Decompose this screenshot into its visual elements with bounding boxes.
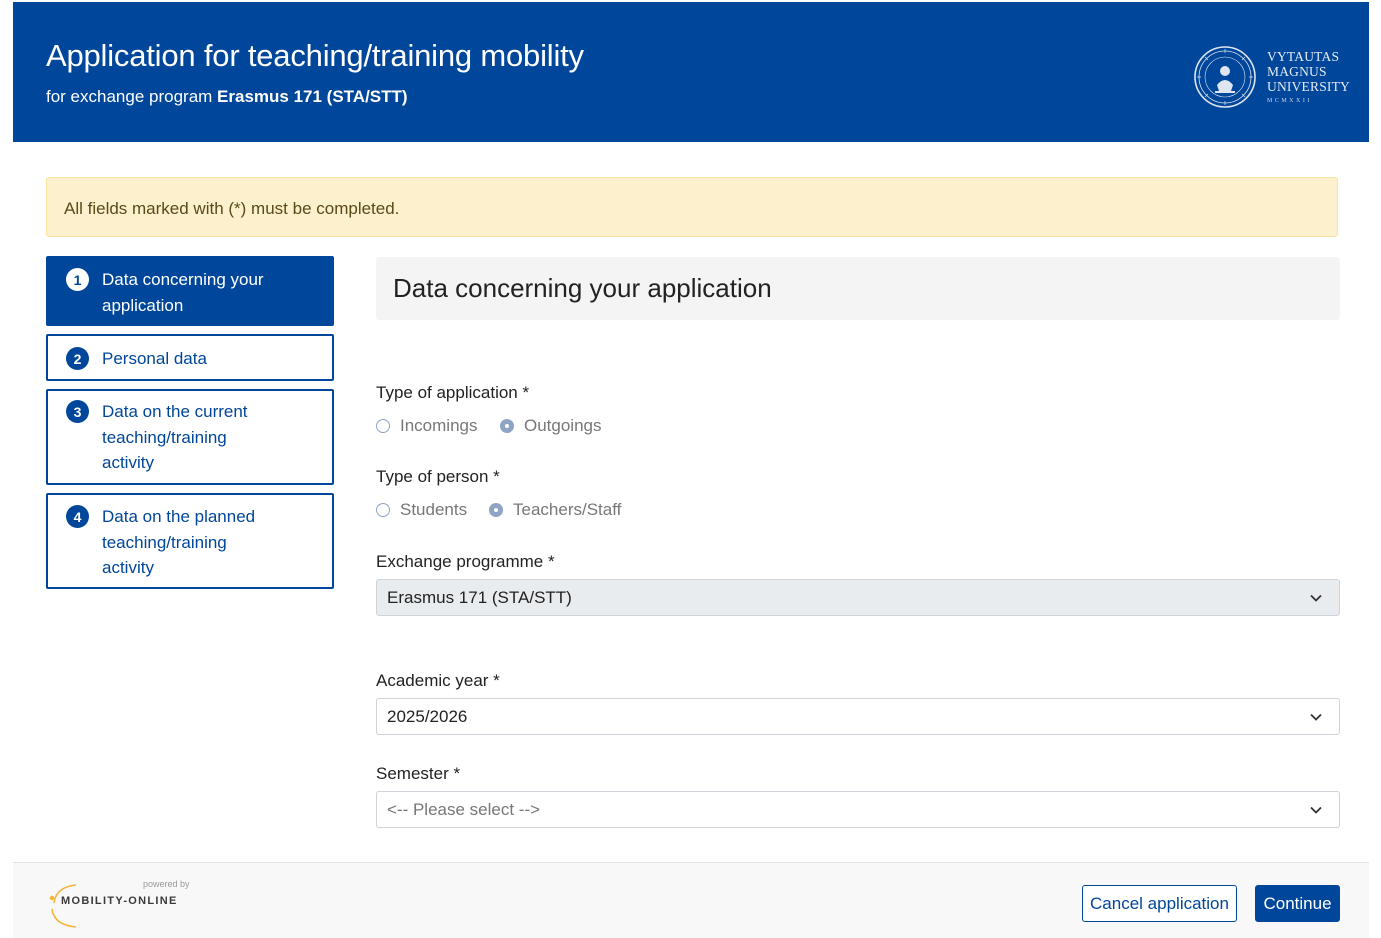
step-label-line: Data concerning your bbox=[102, 270, 264, 289]
brand-name: MOBILITY-ONLINE bbox=[61, 895, 178, 907]
page-header: Application for teaching/training mobili… bbox=[13, 2, 1369, 142]
mobility-online-logo: powered by MOBILITY-ONLINE bbox=[44, 879, 204, 929]
step-label-line: Data on the planned bbox=[102, 507, 256, 526]
radio-students[interactable]: Students bbox=[376, 500, 467, 520]
chevron-down-icon bbox=[1310, 713, 1322, 721]
powered-by-text: powered by bbox=[143, 879, 190, 889]
university-logo: VYTAUTAS MAGNUS UNIVERSITY MCMXXII bbox=[1193, 42, 1353, 112]
radio-circle-icon bbox=[376, 503, 390, 517]
step-current-activity[interactable]: 3 Data on the current teaching/training … bbox=[46, 389, 334, 485]
section-heading: Data concerning your application bbox=[376, 257, 1340, 320]
radio-label: Outgoings bbox=[524, 416, 602, 435]
step-planned-activity[interactable]: 4 Data on the planned teaching/training … bbox=[46, 493, 334, 589]
subtitle-program: Erasmus 171 (STA/STT) bbox=[217, 87, 408, 106]
step-number: 3 bbox=[66, 400, 89, 423]
page-subtitle: for exchange program Erasmus 171 (STA/ST… bbox=[46, 87, 408, 107]
academic-year-label: Academic year * bbox=[376, 671, 500, 690]
step-number: 1 bbox=[66, 268, 89, 291]
academic-year-select[interactable]: 2025/2026 bbox=[376, 698, 1340, 735]
select-value: 2025/2026 bbox=[387, 707, 468, 726]
step-label-line: Data on the current bbox=[102, 402, 248, 421]
subtitle-prefix: for exchange program bbox=[46, 87, 218, 106]
type-of-application-label: Type of application * bbox=[376, 383, 530, 402]
step-label: Personal data bbox=[102, 346, 207, 372]
step-label-line: activity bbox=[102, 453, 154, 472]
semester-label: Semester * bbox=[376, 764, 461, 783]
page-title: Application for teaching/training mobili… bbox=[46, 38, 584, 73]
alert-text: All fields marked with (*) must be compl… bbox=[64, 199, 400, 218]
step-label-line: teaching/training bbox=[102, 427, 227, 447]
logo-line: VYTAUTAS bbox=[1267, 49, 1340, 64]
chevron-down-icon bbox=[1310, 806, 1322, 814]
radio-outgoings[interactable]: Outgoings bbox=[500, 416, 602, 436]
university-seal-icon bbox=[1194, 46, 1256, 108]
step-label-line: application bbox=[102, 295, 184, 315]
type-of-person-label: Type of person * bbox=[376, 467, 500, 486]
step-number: 2 bbox=[66, 347, 89, 370]
radio-label: Incomings bbox=[400, 416, 478, 435]
step-personal-data[interactable]: 2 Personal data bbox=[46, 334, 334, 381]
required-fields-alert: All fields marked with (*) must be compl… bbox=[46, 177, 1338, 237]
radio-label: Students bbox=[400, 500, 468, 519]
chevron-down-icon bbox=[1310, 594, 1322, 602]
step-label: Data on the current teaching/training ac… bbox=[102, 399, 248, 476]
exchange-programme-label: Exchange programme * bbox=[376, 552, 555, 571]
university-name: VYTAUTAS MAGNUS UNIVERSITY bbox=[1267, 49, 1350, 94]
step-data-concerning-application[interactable]: 1 Data concerning your application bbox=[46, 256, 334, 326]
logo-line: MAGNUS bbox=[1267, 64, 1327, 79]
radio-circle-selected-icon bbox=[489, 503, 503, 517]
step-label: Data concerning your application bbox=[102, 267, 264, 318]
step-label-line: activity bbox=[102, 558, 154, 577]
exchange-programme-select[interactable]: Erasmus 171 (STA/STT) bbox=[376, 579, 1340, 616]
continue-button[interactable]: Continue bbox=[1255, 885, 1340, 922]
step-number: 4 bbox=[66, 505, 89, 528]
step-label: Data on the planned teaching/training ac… bbox=[102, 504, 255, 581]
radio-label: Teachers/Staff bbox=[513, 500, 622, 519]
logo-line: UNIVERSITY bbox=[1267, 79, 1350, 94]
radio-circle-icon bbox=[376, 419, 390, 433]
radio-teachers-staff[interactable]: Teachers/Staff bbox=[489, 500, 621, 520]
section-title: Data concerning your application bbox=[393, 273, 772, 303]
logo-year: MCMXXII bbox=[1267, 98, 1312, 104]
cancel-application-button[interactable]: Cancel application bbox=[1082, 885, 1237, 922]
step-label-line: teaching/training bbox=[102, 532, 227, 552]
radio-incomings[interactable]: Incomings bbox=[376, 416, 477, 436]
step-label-line: Personal data bbox=[102, 349, 207, 368]
radio-circle-selected-icon bbox=[500, 419, 514, 433]
semester-select[interactable]: <-- Please select --> bbox=[376, 791, 1340, 828]
select-placeholder: <-- Please select --> bbox=[387, 800, 541, 819]
select-value: Erasmus 171 (STA/STT) bbox=[387, 588, 572, 607]
